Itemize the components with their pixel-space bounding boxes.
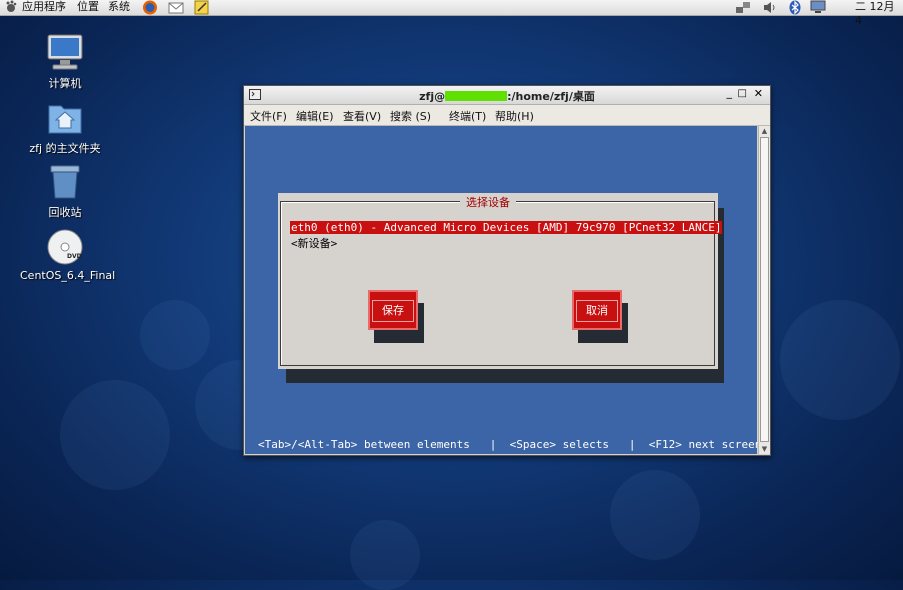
foot-menu-icon[interactable] <box>4 0 18 14</box>
window-title-suffix: :/home/zfj/桌面 <box>507 90 595 103</box>
scroll-up-icon[interactable]: ▲ <box>759 126 770 136</box>
window-title: zfj@ :/home/zfj/桌面 <box>244 88 770 104</box>
terminal-scrollbar[interactable]: ▲ ▼ <box>758 126 770 454</box>
menu-edit[interactable]: 编辑(E) <box>296 108 334 124</box>
close-icon[interactable]: ✕ <box>754 87 763 100</box>
menu-help[interactable]: 帮助(H) <box>495 108 534 124</box>
desktop-icon-trash[interactable]: 回收站 <box>20 162 110 220</box>
mail-icon[interactable] <box>168 0 184 14</box>
desktop-icon-label: 回收站 <box>48 206 82 219</box>
maximize-icon[interactable]: □ <box>738 88 747 99</box>
bluetooth-icon[interactable] <box>788 0 802 15</box>
window-title-prefix: zfj@ <box>419 90 446 103</box>
home-folder-icon <box>45 98 85 138</box>
desktop-icon-label: 计算机 <box>48 77 82 90</box>
menu-terminal[interactable]: 终端(T) <box>449 108 486 124</box>
scroll-down-icon[interactable]: ▼ <box>759 444 770 454</box>
desktop-icon-dvd[interactable]: DVD CentOS_6.4_Final <box>20 227 116 282</box>
keyboard-hint-line: <Tab>/<Alt-Tab> between elements | <Spac… <box>258 438 762 451</box>
menu-system[interactable]: 系统 <box>108 0 130 15</box>
menu-search[interactable]: 搜索 (S) <box>390 108 431 124</box>
minimize-icon[interactable]: _ <box>727 86 733 99</box>
save-button[interactable]: 保存 <box>368 290 418 330</box>
window-menubar: 文件(F) 编辑(E) 查看(V) 搜索 (S) 终端(T) 帮助(H) <box>244 105 770 126</box>
window-titlebar[interactable]: zfj@ :/home/zfj/桌面 _ □ ✕ <box>244 86 770 105</box>
device-list-item[interactable]: <新设备> <box>291 235 337 251</box>
trash-icon <box>45 162 85 202</box>
terminal-area[interactable]: 选择设备 eth0 (eth0) - Advanced Micro Device… <box>245 126 761 454</box>
select-device-dialog: 选择设备 eth0 (eth0) - Advanced Micro Device… <box>278 193 723 369</box>
display-icon[interactable] <box>810 0 826 14</box>
dialog-title: 选择设备 <box>460 194 516 210</box>
firefox-icon[interactable] <box>142 0 157 15</box>
device-list-item-selected[interactable]: eth0 (eth0) - Advanced Micro Devices [AM… <box>290 221 723 234</box>
menu-view[interactable]: 查看(V) <box>343 108 381 124</box>
top-panel: 应用程序 位置 系统 二 12月 4 <box>0 0 903 27</box>
menu-applications[interactable]: 应用程序 <box>22 0 66 15</box>
network-icon[interactable] <box>735 0 750 14</box>
volume-icon[interactable] <box>762 0 776 14</box>
cancel-button-label: 取消 <box>576 300 618 322</box>
menu-file[interactable]: 文件(F) <box>250 108 287 124</box>
save-button-label: 保存 <box>372 300 414 322</box>
menu-places[interactable]: 位置 <box>77 0 99 15</box>
notes-icon[interactable] <box>194 0 209 15</box>
clock[interactable]: 二 12月 4 <box>855 0 903 27</box>
cancel-button[interactable]: 取消 <box>572 290 622 330</box>
scrollbar-thumb[interactable] <box>760 137 769 442</box>
desktop-icon-label: zfj 的主文件夹 <box>29 142 101 155</box>
redacted-hostname <box>445 91 508 101</box>
terminal-window: zfj@ :/home/zfj/桌面 _ □ ✕ 文件(F) 编辑(E) 查看(V… <box>243 85 771 456</box>
svg-text:DVD: DVD <box>67 253 82 260</box>
desktop-icon-computer[interactable]: 计算机 <box>20 33 110 91</box>
desktop-icon-home[interactable]: zfj 的主文件夹 <box>20 98 110 156</box>
desktop-icon-label: CentOS_6.4_Final <box>20 269 116 282</box>
computer-icon <box>45 33 85 73</box>
dvd-icon: DVD <box>45 227 85 267</box>
